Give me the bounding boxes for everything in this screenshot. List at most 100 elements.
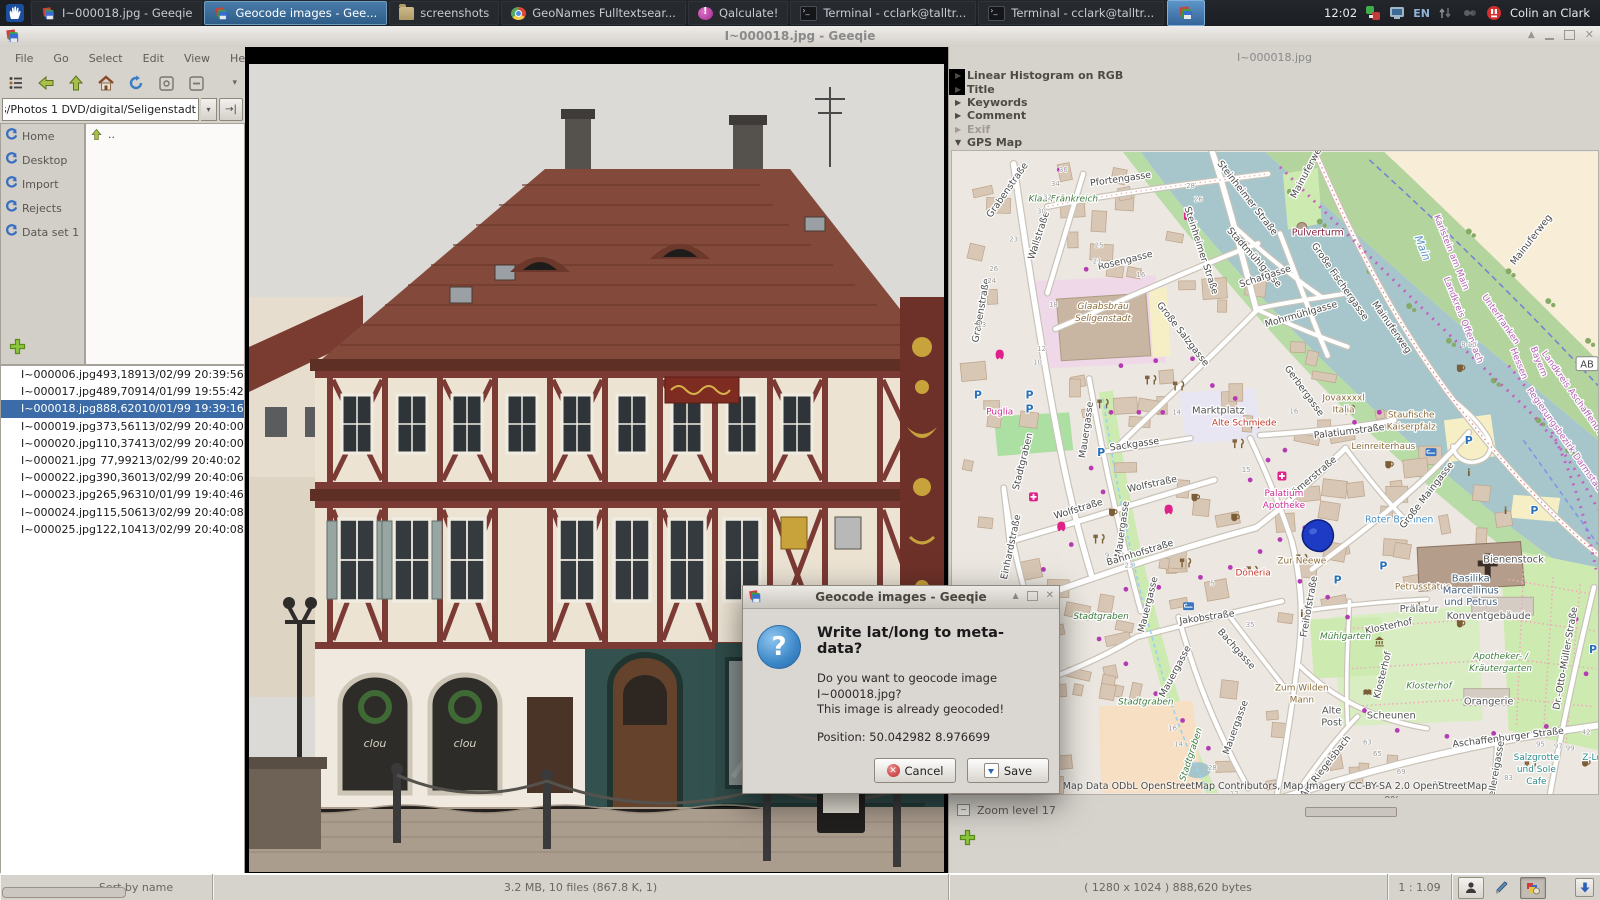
user-menu[interactable]: Colin an Clark xyxy=(1510,6,1590,20)
clock[interactable]: 12:02 xyxy=(1324,6,1357,20)
file-row[interactable]: I~000025.jpg122,10413/02/99 20:40:08 xyxy=(1,521,244,538)
sidebar-item-import[interactable]: Import xyxy=(1,172,84,196)
section-comment[interactable]: ▶Comment xyxy=(955,109,1595,122)
file-size: 493,189 xyxy=(96,368,142,381)
section-linear-histogram-on-rgb[interactable]: ▶Linear Histogram on RGB xyxy=(955,69,1595,82)
file-row[interactable]: I~000022.jpg390,36013/02/99 20:40:06 xyxy=(1,469,244,486)
map-label: Marcellinus xyxy=(1443,585,1499,596)
network-arrows-tray-icon[interactable] xyxy=(1438,5,1454,21)
qalc-icon xyxy=(698,7,713,20)
back-button[interactable] xyxy=(35,73,57,93)
map-label: Jovaxxxxl xyxy=(1321,393,1365,403)
dialog-maximize-button[interactable] xyxy=(1027,591,1038,601)
file-name: I~000020.jpg xyxy=(1,437,96,450)
map-label: Kräutergarten xyxy=(1469,664,1532,674)
map-label: 25 xyxy=(1095,241,1104,249)
taskbar-item-1[interactable]: Geocode images - Gee... xyxy=(204,1,387,25)
first-image-button[interactable] xyxy=(1458,877,1484,899)
menu-go[interactable]: Go xyxy=(44,50,77,67)
notifications-tray-icon[interactable] xyxy=(1486,5,1502,21)
edit-pen-button[interactable] xyxy=(1489,877,1515,899)
file-row[interactable]: I~000006.jpg493,18913/02/99 20:39:56 xyxy=(1,366,244,383)
taskbar-item-2[interactable]: screenshots xyxy=(389,1,499,25)
dialog-titlebar[interactable]: Geocode images - Geeqie ▲ ✕ xyxy=(743,586,1059,609)
keyboard-layout-indicator[interactable]: EN xyxy=(1413,7,1430,20)
menu-view[interactable]: View xyxy=(175,50,219,67)
sidebar-item-data-set-1[interactable]: Data set 1 xyxy=(1,220,84,244)
hand-icon xyxy=(6,4,24,22)
cancel-button[interactable]: ✕ Cancel xyxy=(874,758,956,783)
geeqie-hand-icon[interactable] xyxy=(0,0,30,26)
sidebar-item-home[interactable]: Home xyxy=(1,124,84,148)
menu-file[interactable]: File xyxy=(6,50,42,67)
home-button[interactable] xyxy=(95,73,117,93)
taskbar-item-5[interactable]: Terminal - cclark@talltr... xyxy=(790,1,976,25)
parking-icon: P xyxy=(1097,446,1105,459)
file-row[interactable]: I~000024.jpg115,50613/02/99 20:40:08 xyxy=(1,504,244,521)
menubar: FileGoSelectEditViewHelp xyxy=(0,47,245,70)
info-icon: i xyxy=(1504,506,1507,517)
menu-edit[interactable]: Edit xyxy=(134,50,173,67)
view-mode-button[interactable] xyxy=(5,73,27,93)
refresh-button[interactable] xyxy=(125,73,147,93)
section-label: GPS Map xyxy=(967,136,1022,149)
add-bookmark-button[interactable] xyxy=(9,338,26,358)
tray-active-icon[interactable] xyxy=(1167,0,1205,26)
svg-text:P: P xyxy=(1334,573,1342,586)
zoom-ratio-section[interactable]: 1 : 1.09 xyxy=(1387,874,1451,900)
map-label: Konventgebäude xyxy=(1447,611,1531,622)
hide-tools-button[interactable] xyxy=(185,73,207,93)
path-input[interactable] xyxy=(3,103,198,116)
save-button[interactable]: Save xyxy=(967,758,1049,783)
minimize-button[interactable] xyxy=(1545,30,1554,40)
updates-tray-icon[interactable] xyxy=(1365,5,1381,21)
color-management-button[interactable] xyxy=(1520,877,1546,899)
collapse-icon[interactable]: − xyxy=(957,804,970,816)
file-row[interactable]: I~000018.jpg888,62010/01/99 19:39:16 xyxy=(1,400,244,417)
path-jump-button[interactable]: →| xyxy=(219,98,243,121)
file-row[interactable]: I~000023.jpg265,96310/01/99 19:40:46 xyxy=(1,486,244,503)
taskbar-item-4[interactable]: Qalculate! xyxy=(688,1,788,25)
sidebar-item-desktop[interactable]: Desktop xyxy=(1,148,84,172)
folder-up-entry[interactable]: .. xyxy=(86,124,244,145)
section-exif[interactable]: ▶Exif xyxy=(955,123,1595,136)
display-tray-icon[interactable] xyxy=(1389,5,1405,21)
bluetooth-tray-icon[interactable] xyxy=(1462,5,1478,21)
taskbar-item-6[interactable]: Terminal - cclark@talltr... xyxy=(978,1,1164,25)
rollup-button[interactable]: ▲ xyxy=(1528,30,1535,40)
up-button[interactable] xyxy=(65,73,87,93)
float-tools-button[interactable] xyxy=(155,73,177,93)
section-gps-map[interactable]: ▼GPS Map xyxy=(955,136,1595,149)
taskbar-item-3[interactable]: GeoNames Fulltextsear... xyxy=(501,1,686,25)
dialog-rollup-button[interactable]: ▲ xyxy=(1012,591,1018,600)
parking-icon: P xyxy=(1026,402,1034,415)
taskbar-item-0[interactable]: I~000018.jpg - Geeqie xyxy=(31,1,202,25)
sidebar-item-rejects[interactable]: Rejects xyxy=(1,196,84,220)
path-dropdown-button[interactable]: ▾ xyxy=(201,98,217,121)
window-titlebar[interactable]: I~000018.jpg - Geeqie ▲ ✕ xyxy=(0,26,1600,48)
toolbar-overflow-caret[interactable]: ▾ xyxy=(232,78,237,88)
write-metadata-button[interactable] xyxy=(1575,878,1594,897)
menu-select[interactable]: Select xyxy=(80,50,132,67)
file-row[interactable]: I~000021.jpg77,99213/02/99 20:40:02 xyxy=(1,452,244,469)
map-label: 16 xyxy=(1136,271,1145,279)
zoom-level-bar[interactable]: − Zoom level 17 xyxy=(951,798,1597,822)
med-icon xyxy=(1029,492,1038,501)
file-row[interactable]: I~000020.jpg110,37413/02/99 20:40:00 xyxy=(1,435,244,452)
bookmark-label: Home xyxy=(22,130,54,143)
bed-icon xyxy=(1183,602,1194,610)
add-map-point-button[interactable] xyxy=(959,829,976,849)
file-row[interactable]: I~000019.jpg373,56113/02/99 20:40:00 xyxy=(1,418,244,435)
section-title[interactable]: ▶Title xyxy=(955,82,1595,95)
map-label: Seligenstadt xyxy=(1075,314,1131,324)
bookmark-label: Data set 1 xyxy=(22,226,79,239)
sort-section[interactable]: Sort by name xyxy=(0,874,212,900)
zoom-ratio[interactable]: 1 : 1.09 xyxy=(1398,881,1440,894)
file-row[interactable]: I~000017.jpg489,70914/01/99 19:55:42 xyxy=(1,383,244,400)
maximize-button[interactable] xyxy=(1564,30,1575,40)
dialog-close-button[interactable]: ✕ xyxy=(1046,590,1054,601)
close-button[interactable]: ✕ xyxy=(1585,28,1594,41)
section-keywords[interactable]: ▶Keywords xyxy=(955,96,1595,109)
map-label: Post xyxy=(1321,717,1342,728)
image-info: ( 1280 x 1024 ) 888,620 bytes xyxy=(1084,881,1252,894)
